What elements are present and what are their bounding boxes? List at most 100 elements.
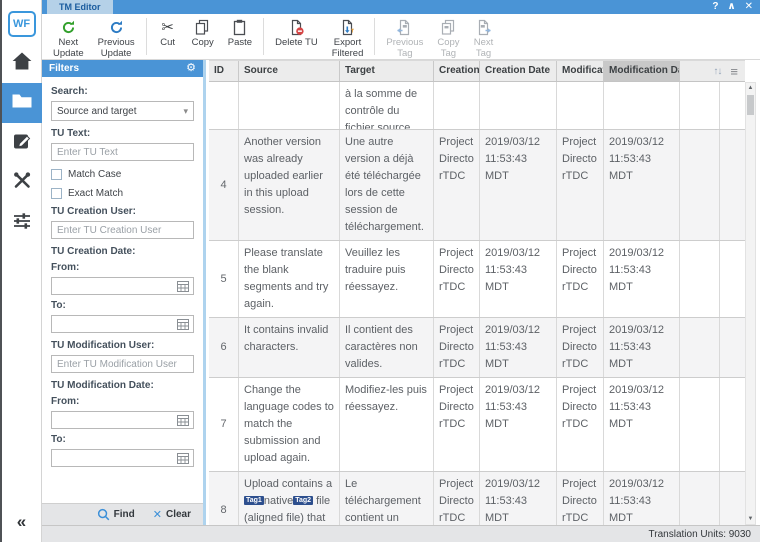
cell-source: Upload contains a Tag1nativeTag2 file (a…: [239, 472, 340, 525]
previous-update-button[interactable]: PreviousUpdate: [91, 17, 142, 61]
column-header-modification_date[interactable]: Modification Date: [604, 61, 680, 81]
collapse-panel-icon[interactable]: ∧: [727, 2, 735, 12]
sidebar-item-folder[interactable]: [2, 83, 42, 123]
paste-button[interactable]: Paste: [221, 17, 259, 50]
column-header-modification_user[interactable]: Modification: [557, 61, 604, 81]
column-header-creation_date[interactable]: Creation Date: [480, 61, 557, 81]
cell-target: Modifiez-les puis réessayez.: [340, 378, 434, 471]
next-update-button[interactable]: NextUpdate: [46, 17, 91, 61]
clear-button[interactable]: ✕ Clear: [153, 508, 191, 521]
tu-text-label: TU Text:: [51, 128, 194, 139]
cell-filler: [720, 82, 745, 129]
sidebar-item-tools[interactable]: [2, 163, 42, 203]
find-label: Find: [114, 509, 135, 520]
sidebar-item-editor[interactable]: [2, 123, 42, 163]
sidebar-item-settings[interactable]: [2, 203, 42, 243]
column-menu-icon[interactable]: ≡: [730, 65, 738, 78]
table-row[interactable]: 8Upload contains a Tag1nativeTag2 file (…: [209, 472, 745, 525]
column-header-source[interactable]: Source: [239, 61, 340, 81]
table-header-row: IDSourceTargetCreation UseCreation DateM…: [209, 60, 745, 82]
cell-source: Please translate the blank segments and …: [239, 241, 340, 317]
cell-id: 8: [209, 472, 239, 525]
search-icon: [97, 508, 110, 521]
delete-icon: [288, 18, 305, 37]
tab-tm-editor[interactable]: TM Editor: [47, 0, 113, 14]
tu-text-input[interactable]: [51, 143, 194, 161]
paste-label: Paste: [228, 38, 252, 49]
filters-title: Filters: [49, 63, 79, 74]
tag-copy-icon: [440, 18, 457, 37]
cell-target: Veuillez les traduire puis réessayez.: [340, 241, 434, 317]
modification-date-from-input[interactable]: [51, 411, 194, 429]
cell-modification_user: Project DirectorTDC: [557, 378, 604, 471]
modification-date-to-input[interactable]: [51, 449, 194, 467]
next-tag-button: NextTag: [467, 17, 501, 61]
translation-units-table: IDSourceTargetCreation UseCreation DateM…: [209, 60, 745, 525]
calendar-icon: [177, 452, 189, 464]
filters-footer: Find ✕ Clear: [42, 503, 203, 525]
table-row[interactable]: 7Change the language codes to match the …: [209, 378, 745, 472]
vertical-scrollbar[interactable]: ▲ ▼: [745, 82, 756, 525]
filters-panel: Filters ⚙ Search: Source and target ▾ TU…: [42, 60, 206, 525]
tu-modification-date-label: TU Modification Date:: [51, 380, 194, 391]
delete-tu-button[interactable]: Delete TU: [268, 17, 325, 50]
cut-button[interactable]: ✂Cut: [151, 17, 185, 50]
inline-tag-badge: Tag2: [293, 496, 313, 505]
search-scope-select[interactable]: Source and target ▾: [51, 101, 194, 121]
match-case-checkbox[interactable]: Match Case: [51, 169, 194, 180]
cell-creation_user: Project DirectorTDC: [434, 241, 480, 317]
scrollbar-thumb[interactable]: [747, 95, 754, 115]
checkbox-icon: [51, 188, 62, 199]
cell-target: Il contient des caractères non valides.: [340, 318, 434, 377]
cell-id: 6: [209, 318, 239, 377]
tu-creation-user-input[interactable]: [51, 221, 194, 239]
sliders-icon: [12, 211, 32, 236]
cell-id: 7: [209, 378, 239, 471]
search-label: Search:: [51, 86, 194, 97]
find-button[interactable]: Find: [97, 508, 135, 521]
column-header-target[interactable]: Target: [340, 61, 434, 81]
filters-header: Filters ⚙: [42, 60, 203, 77]
creation-date-from-input[interactable]: [51, 277, 194, 295]
table-row[interactable]: 4Another version was already uploaded ea…: [209, 130, 745, 241]
toolbar-separator: [374, 18, 375, 55]
table-row[interactable]: 6It contains invalid characters.Il conti…: [209, 318, 745, 378]
cell-source: It contains invalid characters.: [239, 318, 340, 377]
export-filtered-button[interactable]: ExportFiltered: [325, 17, 371, 61]
tu-modification-user-input[interactable]: [51, 355, 194, 373]
close-icon[interactable]: ✕: [745, 2, 753, 12]
scroll-up-arrow[interactable]: ▲: [746, 83, 755, 93]
sidebar-item-home[interactable]: [2, 43, 42, 83]
creation-date-to-input[interactable]: [51, 315, 194, 333]
cell-source: Another version was already uploaded ear…: [239, 130, 340, 240]
sort-icon[interactable]: ↑↓: [713, 66, 721, 77]
table-row[interactable]: 5Please translate the blank segments and…: [209, 241, 745, 318]
chevron-down-icon: ▾: [183, 106, 188, 117]
clear-label: Clear: [166, 509, 191, 520]
cell-creation_date: 2019/03/12 11:53:43 MDT: [480, 472, 557, 525]
modification-from-label: From:: [51, 396, 194, 407]
paste-icon: [231, 18, 248, 37]
column-header-id[interactable]: ID: [209, 61, 239, 81]
next-tag-label: NextTag: [474, 38, 494, 60]
exact-match-checkbox[interactable]: Exact Match: [51, 188, 194, 199]
cell-filler: [680, 241, 720, 317]
cell-filler: [680, 318, 720, 377]
scroll-down-arrow[interactable]: ▼: [746, 514, 755, 524]
gear-icon[interactable]: ⚙: [186, 63, 196, 74]
cell-modification_user: Project DirectorTDC: [557, 130, 604, 240]
cut-label: Cut: [160, 38, 175, 49]
cell-filler: [680, 82, 720, 129]
creation-from-label: From:: [51, 262, 194, 273]
help-icon[interactable]: ?: [712, 2, 718, 12]
collapse-sidebar-button[interactable]: «: [17, 512, 26, 532]
copy-button[interactable]: Copy: [185, 17, 221, 50]
cell-modification_date: 2019/03/12 11:53:43 MDT: [604, 241, 680, 317]
cell-filler: [680, 130, 720, 240]
calendar-icon: [177, 318, 189, 330]
cell-id: 4: [209, 130, 239, 240]
table-row[interactable]: à la somme de contrôle du fichier source…: [209, 82, 745, 130]
column-header-creation_user[interactable]: Creation Use: [434, 61, 480, 81]
cell-creation_date: 2019/03/12 11:53:43 MDT: [480, 241, 557, 317]
toolbar: NextUpdatePreviousUpdate ✂CutCopy Paste Del…: [42, 14, 760, 60]
